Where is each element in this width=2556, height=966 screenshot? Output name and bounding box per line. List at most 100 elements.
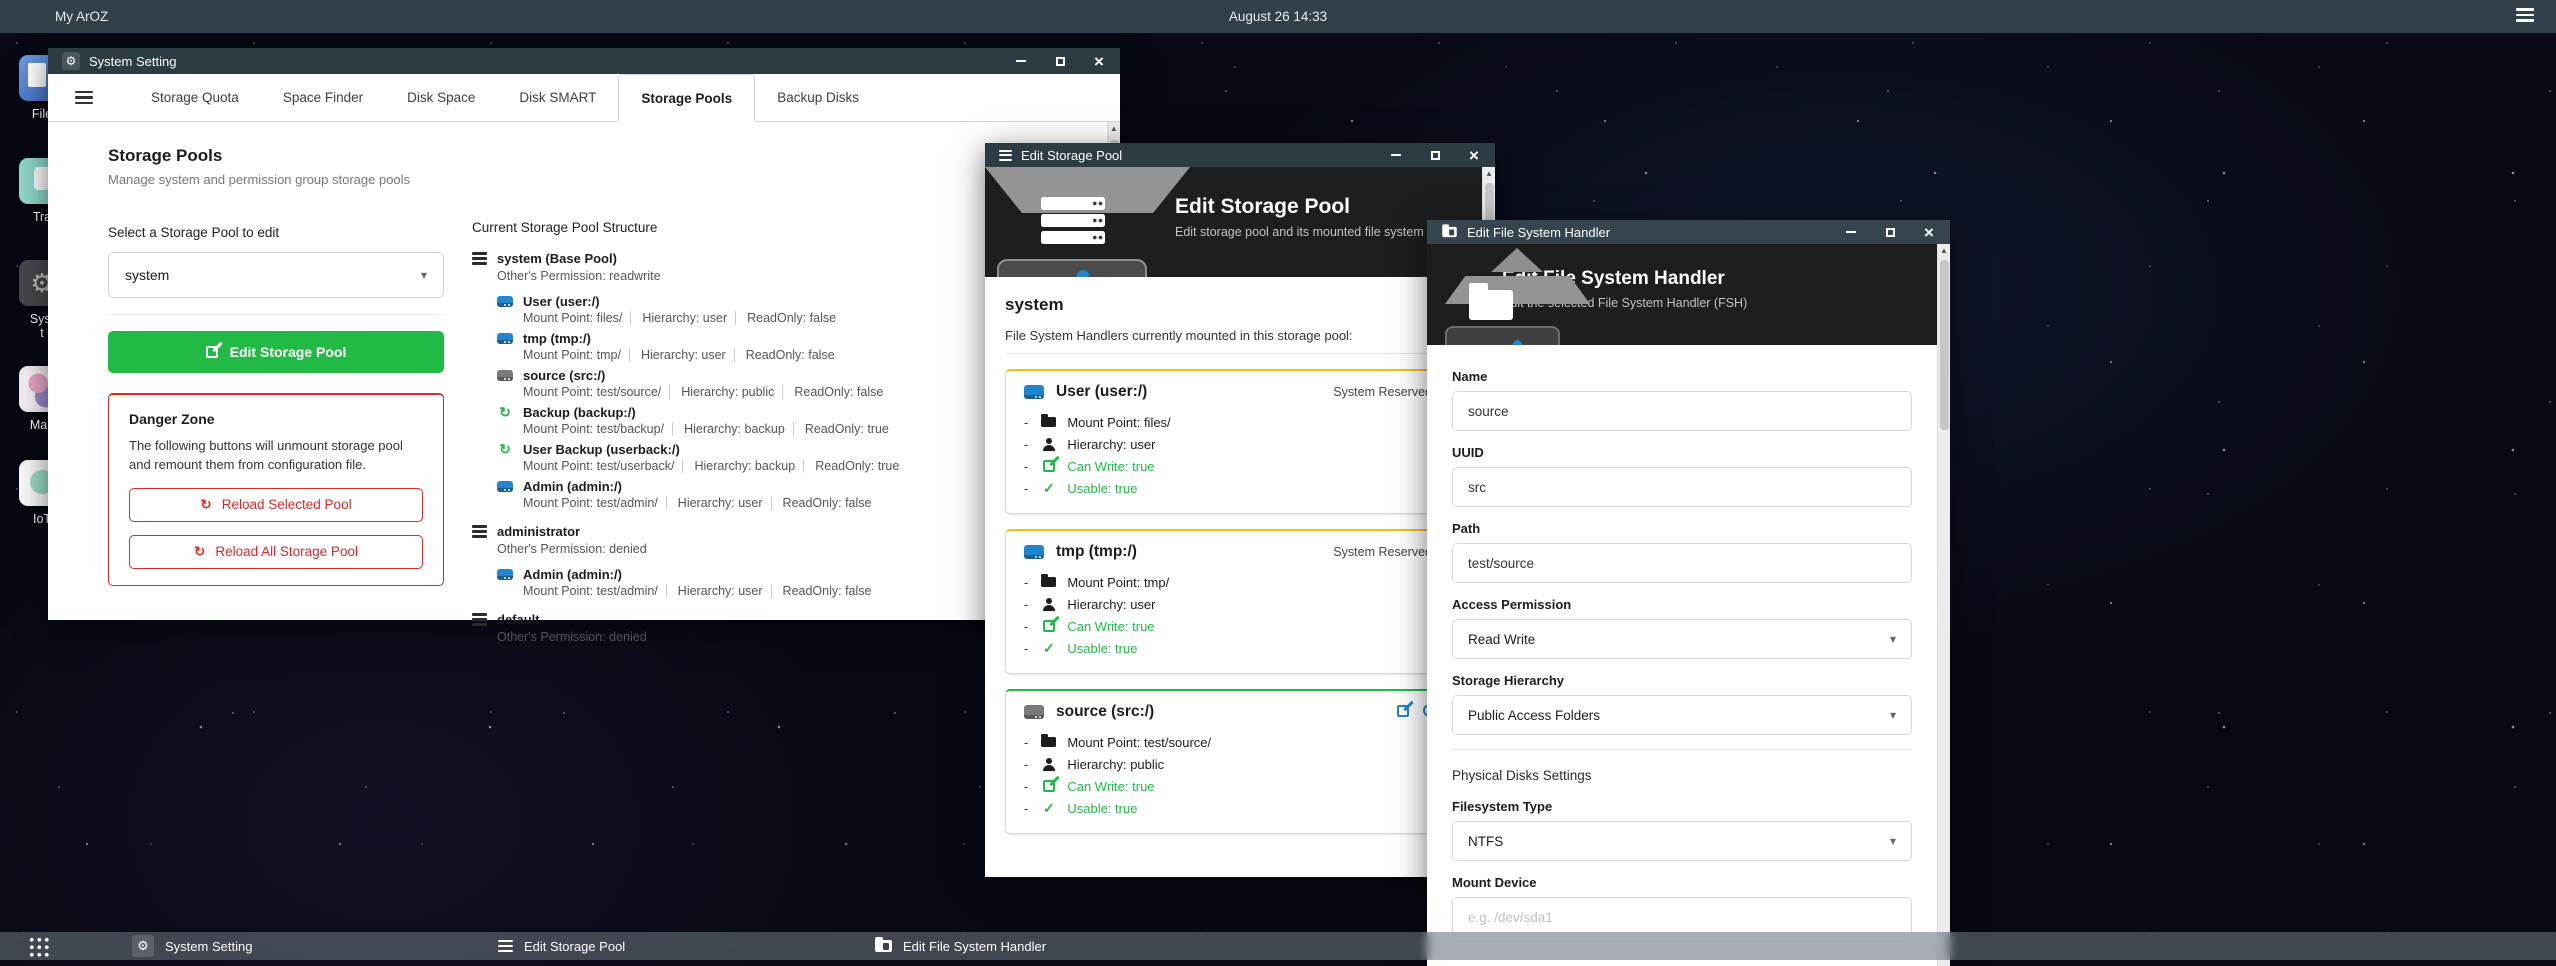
edit-fsh-header: Edit File System Handler Edit the select…	[1427, 244, 1950, 345]
check-icon: ✓	[1040, 800, 1057, 817]
edit-icon	[1043, 620, 1055, 632]
page-title: Storage Pools	[108, 146, 444, 166]
tab-disk-smart[interactable]: Disk SMART	[497, 74, 618, 121]
danger-zone-title: Danger Zone	[129, 411, 423, 427]
reload-all-label: Reload All Storage Pool	[215, 544, 358, 559]
gear-icon: ⚙	[62, 52, 80, 70]
hdd-icon	[497, 370, 513, 381]
taskbar-item-edit-fsh[interactable]: Edit File System Handler	[875, 932, 1046, 960]
check-icon: ✓	[1040, 480, 1057, 497]
reload-selected-pool-button[interactable]: ↻ Reload Selected Pool	[129, 488, 423, 522]
edit-fsh-icon[interactable]	[1397, 705, 1409, 717]
edit-icon	[1043, 780, 1055, 792]
tab-space-finder[interactable]: Space Finder	[261, 74, 385, 121]
pool-name: system (Base Pool)	[497, 251, 617, 266]
settings-tabbar: Storage Quota Space Finder Disk Space Di…	[48, 74, 1120, 122]
scrollbar[interactable]: ▲	[1937, 244, 1950, 966]
minimize-icon[interactable]	[1389, 148, 1403, 162]
window-title: System Setting	[89, 54, 176, 69]
tab-storage-pools[interactable]: Storage Pools	[618, 74, 755, 122]
scrollbar-thumb[interactable]	[1940, 260, 1949, 430]
pool-select-value: system	[125, 267, 169, 283]
access-permission-value: Read Write	[1468, 632, 1535, 647]
edit-fsh-titlebar[interactable]: Edit File System Handler ×	[1427, 220, 1950, 244]
edit-storage-pool-titlebar[interactable]: Edit Storage Pool ×	[985, 143, 1495, 167]
scroll-up-icon[interactable]: ▲	[1108, 124, 1120, 133]
header-title: Edit Storage Pool	[1175, 195, 1495, 219]
edit-storage-pool-window: Edit Storage Pool × Edit Storage Pool Ed…	[985, 143, 1495, 877]
uuid-label: UUID	[1452, 445, 1912, 460]
tab-backup-disks[interactable]: Backup Disks	[755, 74, 881, 121]
path-field[interactable]	[1452, 543, 1912, 583]
fsh-name: User (user:/)	[523, 294, 600, 309]
minimize-icon[interactable]	[1844, 225, 1858, 239]
fsh-name: Admin (admin:/)	[523, 479, 622, 494]
user-icon	[1042, 438, 1056, 451]
scroll-up-icon[interactable]: ▲	[1483, 169, 1495, 178]
hdd-icon	[1024, 385, 1044, 399]
taskbar-item-edit-storage-pool[interactable]: Edit Storage Pool	[498, 932, 625, 960]
reload-selected-label: Reload Selected Pool	[222, 497, 352, 512]
taskbar-item-label: Edit File System Handler	[903, 939, 1046, 954]
pool-select[interactable]: system ▾	[108, 252, 444, 298]
taskbar-item-system-setting[interactable]: ⚙ System Setting	[132, 932, 252, 960]
chevron-down-icon: ▾	[1890, 632, 1896, 646]
tab-disk-space[interactable]: Disk Space	[385, 74, 497, 121]
server-icon	[472, 613, 487, 626]
fsh-card-title: tmp (tmp:/)	[1056, 543, 1137, 561]
fsh-card-title: User (user:/)	[1056, 383, 1147, 401]
system-setting-titlebar[interactable]: ⚙ System Setting ×	[48, 48, 1120, 74]
access-permission-select[interactable]: Read Write ▾	[1452, 619, 1912, 659]
fsh-name: tmp (tmp:/)	[523, 331, 591, 346]
danger-zone: Danger Zone The following buttons will u…	[108, 393, 444, 586]
minimize-icon[interactable]	[1014, 54, 1028, 68]
top-menubar: My ArOZ August 26 14:33	[0, 0, 2556, 33]
page-subtitle: Manage system and permission group stora…	[108, 172, 444, 187]
tab-storage-quota[interactable]: Storage Quota	[129, 74, 261, 121]
edit-icon	[206, 346, 218, 358]
close-icon[interactable]: ×	[1092, 54, 1106, 68]
mount-device-field[interactable]	[1452, 897, 1912, 937]
reload-all-pool-button[interactable]: ↻ Reload All Storage Pool	[129, 535, 423, 569]
menu-icon[interactable]	[75, 91, 93, 105]
refresh-icon: ↻	[497, 442, 513, 457]
system-reserved-badge: System Reserved	[1333, 545, 1432, 559]
edit-storage-pool-label: Edit Storage Pool	[230, 344, 347, 360]
edit-fsh-window: Edit File System Handler × Edit File Sys…	[1427, 220, 1950, 966]
server-icon	[1041, 197, 1105, 244]
divider	[108, 314, 444, 315]
server-icon	[472, 252, 487, 265]
refresh-icon: ↻	[497, 405, 513, 420]
taskbar: ⚙ System Setting Edit Storage Pool Edit …	[0, 932, 2556, 960]
name-field[interactable]	[1452, 391, 1912, 431]
server-icon	[472, 525, 487, 538]
pool-name: default	[497, 612, 540, 627]
fsh-name: User Backup (userback:/)	[523, 442, 680, 457]
fsh-name: Backup (backup:/)	[523, 405, 636, 420]
fsh-card-tmp: tmp (tmp:/) System Reserved Mount Point:…	[1005, 529, 1451, 674]
desktop: File Tra ⚙ Syst t Man IoT ⚙ System Setti…	[0, 0, 2556, 966]
close-icon[interactable]: ×	[1467, 148, 1481, 162]
hdd-icon	[497, 569, 513, 580]
pool-select-label: Select a Storage Pool to edit	[108, 225, 444, 240]
clock-label: August 26 14:33	[0, 9, 2556, 24]
storage-hierarchy-select[interactable]: Public Access Folders ▾	[1452, 695, 1912, 735]
scroll-up-icon[interactable]: ▲	[1938, 246, 1950, 255]
app-grid-icon[interactable]	[28, 936, 49, 957]
pool-name-heading: system	[1005, 295, 1451, 315]
mount-device-label: Mount Device	[1452, 875, 1912, 890]
hamburger-menu-icon[interactable]	[2516, 8, 2534, 22]
filesystem-type-select[interactable]: NTFS ▾	[1452, 821, 1912, 861]
folder-icon	[1041, 577, 1056, 587]
folder-icon	[1041, 737, 1056, 747]
uuid-field[interactable]	[1452, 467, 1912, 507]
hdd-icon	[1024, 545, 1044, 559]
divider	[1005, 353, 1451, 354]
hdd-icon	[1024, 705, 1044, 719]
maximize-icon[interactable]	[1053, 54, 1067, 68]
edit-storage-pool-header: Edit Storage Pool Edit storage pool and …	[985, 167, 1495, 277]
close-icon[interactable]: ×	[1922, 225, 1936, 239]
maximize-icon[interactable]	[1428, 148, 1442, 162]
edit-storage-pool-button[interactable]: Edit Storage Pool	[108, 331, 444, 373]
maximize-icon[interactable]	[1883, 225, 1897, 239]
